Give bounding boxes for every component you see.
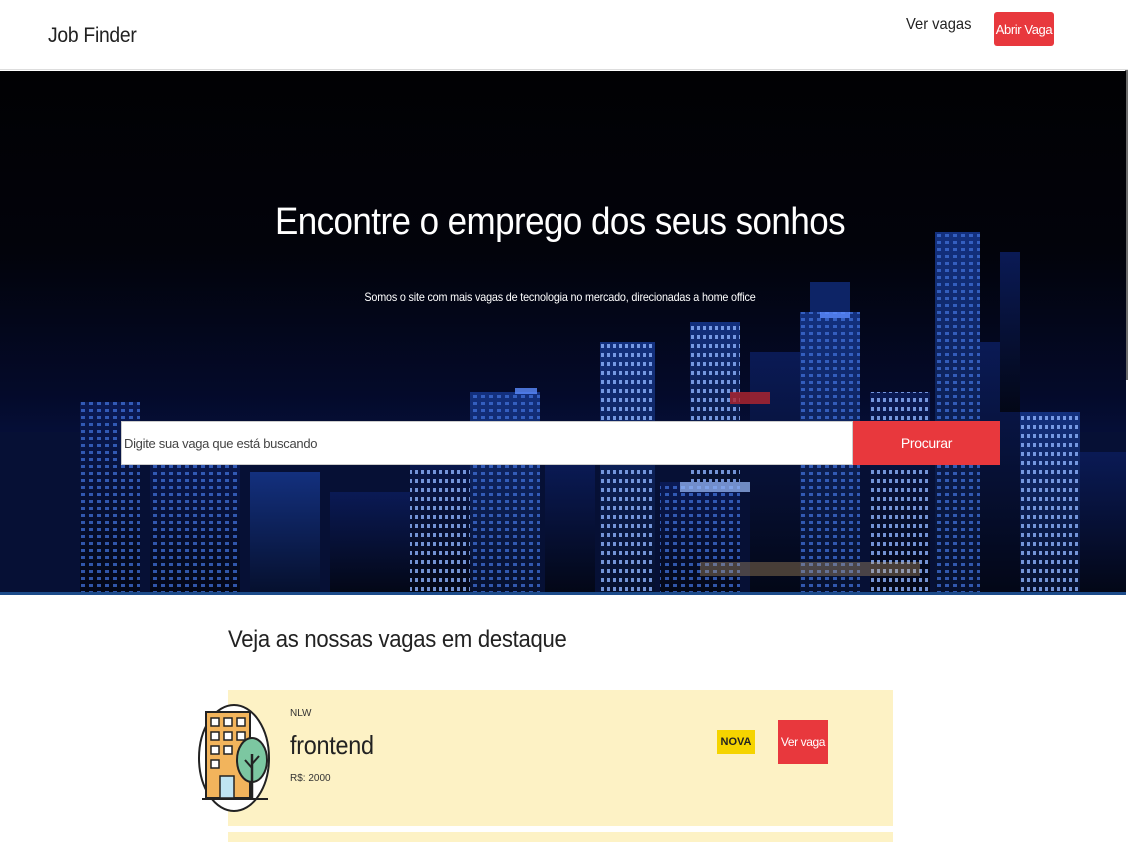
ver-vagas-link[interactable]: Ver vagas [906,16,971,34]
new-badge: NOVA [717,730,755,754]
building-tree-icon [198,704,270,812]
hero-banner: Encontre o emprego dos seus sonhos Somos… [0,71,1126,595]
city-skyline-image [0,232,1126,592]
hero-subtitle: Somos o site com mais vagas de tecnologi… [364,290,756,304]
job-search-input[interactable] [121,421,853,465]
abrir-vaga-button[interactable]: Abrir Vaga [994,12,1054,46]
ver-vaga-button[interactable]: Ver vaga [778,720,828,764]
navbar: Job Finder Ver vagas Abrir Vaga [0,0,1128,70]
job-title: frontend [290,730,374,760]
job-company: NLW [290,708,312,719]
search-button[interactable]: Procurar [853,421,1000,465]
job-salary: R$: 2000 [290,773,331,784]
section-title: Veja as nossas vagas em destaque [228,626,567,653]
job-card-next[interactable] [228,832,893,842]
hero-title: Encontre o emprego dos seus sonhos [274,201,846,243]
brand-logo[interactable]: Job Finder [48,24,137,48]
